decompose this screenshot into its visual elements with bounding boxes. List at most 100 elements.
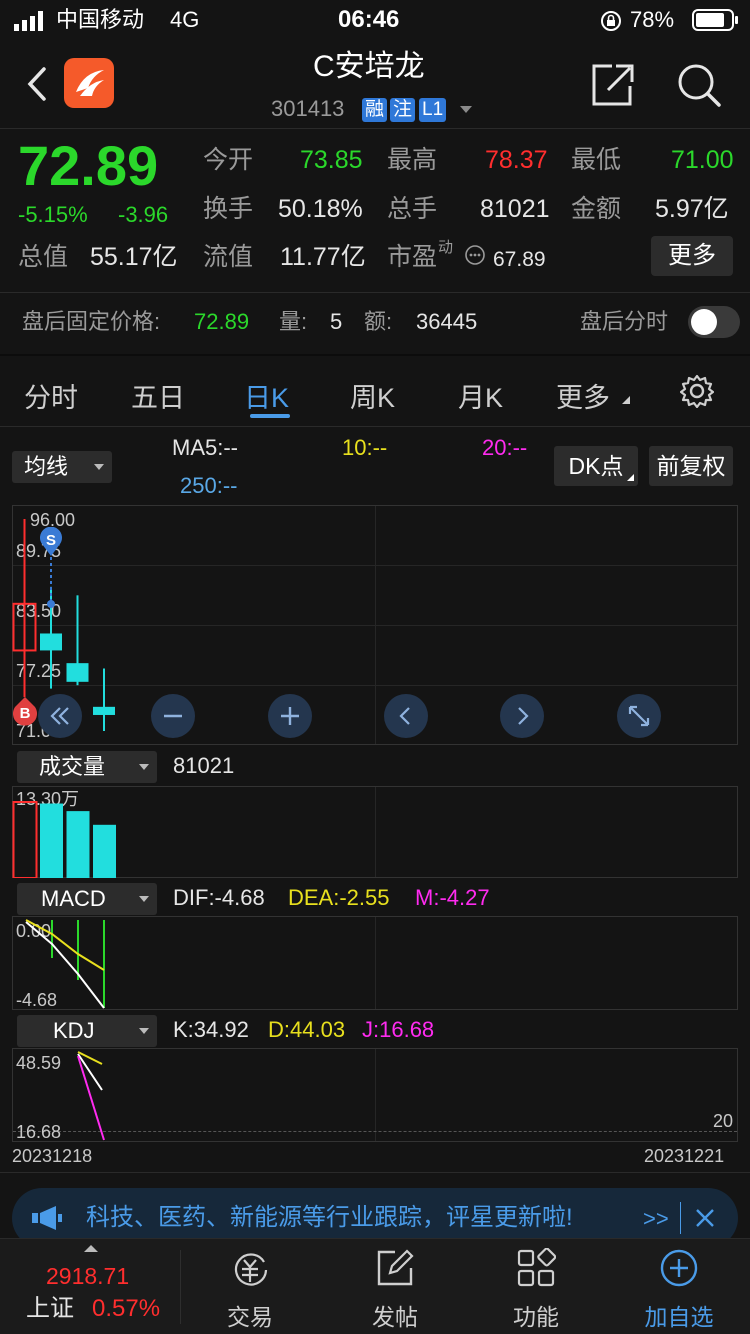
buy-marker-icon[interactable]: B bbox=[12, 696, 38, 726]
afterhours-timeshare-label: 盘后分时 bbox=[580, 309, 669, 334]
stock-name: C安培龙 bbox=[313, 50, 425, 83]
share-button[interactable] bbox=[590, 62, 636, 108]
nav-post-label: 发帖 bbox=[372, 1304, 418, 1330]
tab-weekly-k[interactable]: 周K bbox=[350, 376, 395, 415]
tab-daily-k[interactable]: 日K bbox=[244, 376, 289, 415]
dk-point-button[interactable]: DK点 bbox=[554, 446, 638, 486]
volume-bar bbox=[66, 811, 90, 878]
banner-text: 科技、医药、新能源等行业跟踪，评星更新啦! bbox=[86, 1204, 573, 1231]
index-value: 2918.71 bbox=[46, 1263, 130, 1289]
stock-dropdown-icon[interactable] bbox=[460, 106, 472, 113]
scroll-left-fast-button[interactable] bbox=[38, 694, 82, 738]
volume-bar bbox=[93, 824, 116, 878]
sell-marker-dot bbox=[47, 600, 55, 608]
index-name: 上证 bbox=[26, 1295, 74, 1322]
afterhours-volume-label: 量: bbox=[279, 309, 308, 334]
amount-label: 金额 bbox=[571, 195, 622, 223]
pe-info-icon[interactable] bbox=[464, 244, 486, 266]
active-tab-indicator bbox=[250, 414, 290, 418]
macd-m: M:-4.27 bbox=[415, 885, 490, 910]
battery-icon bbox=[692, 9, 740, 31]
megaphone-icon bbox=[30, 1204, 66, 1232]
stock-code: 301413 bbox=[271, 96, 345, 121]
network-type: 4G bbox=[170, 7, 200, 32]
status-bar: 中国移动 4G 06:46 78% bbox=[0, 0, 750, 40]
search-button[interactable] bbox=[676, 62, 722, 108]
candle-body bbox=[66, 663, 89, 682]
indicator-selector-ma[interactable]: 均线 bbox=[12, 451, 112, 483]
apps-grid-icon bbox=[516, 1247, 557, 1288]
date-end: 20231221 bbox=[644, 1146, 725, 1166]
nav-add-watchlist-label: 加自选 bbox=[644, 1304, 714, 1330]
macd-dif: DIF:-4.68 bbox=[173, 885, 265, 910]
open-value: 73.85 bbox=[300, 146, 363, 174]
fullscreen-button[interactable] bbox=[617, 694, 661, 738]
open-label: 今开 bbox=[203, 146, 254, 174]
date-start: 20231218 bbox=[12, 1146, 93, 1166]
kdj-j: J:16.68 bbox=[362, 1017, 435, 1042]
volume-bars bbox=[12, 801, 116, 878]
expand-up-icon bbox=[84, 1245, 98, 1252]
amount-value: 5.97亿 bbox=[655, 195, 729, 223]
kdj-lines bbox=[77, 1051, 105, 1141]
indicator-selector-volume[interactable]: 成交量 bbox=[17, 751, 157, 783]
nav-add-watchlist[interactable]: 加自选 bbox=[624, 1248, 734, 1330]
volume-indicator-value: 81021 bbox=[173, 753, 235, 778]
more-quote-button[interactable]: 更多 bbox=[651, 236, 733, 276]
forward-adjust-button[interactable]: 前复权 bbox=[649, 446, 733, 486]
change-amount: -3.96 bbox=[118, 202, 169, 227]
battery-percent: 78% bbox=[630, 7, 675, 32]
registration-badge: 注 bbox=[390, 98, 416, 122]
candle-body bbox=[40, 633, 62, 651]
market-cap-value: 55.17亿 bbox=[90, 243, 178, 271]
pe-superscript: 动 bbox=[438, 239, 454, 256]
ma250-value: 250:-- bbox=[180, 473, 238, 498]
scroll-left-button[interactable] bbox=[384, 694, 428, 738]
low-value: 71.00 bbox=[671, 146, 734, 174]
afterhours-price-label: 盘后固定价格: bbox=[22, 309, 161, 334]
low-label: 最低 bbox=[571, 146, 622, 174]
pe-value: 67.89 bbox=[493, 248, 546, 271]
zoom-out-button[interactable] bbox=[151, 694, 195, 738]
tab-five-day[interactable]: 五日 bbox=[131, 376, 185, 415]
nav-functions[interactable]: 功能 bbox=[481, 1247, 591, 1330]
kdj-d: D:44.03 bbox=[268, 1017, 346, 1042]
volume-value: 81021 bbox=[480, 195, 550, 223]
buy-marker-label: B bbox=[20, 705, 31, 722]
nav-post[interactable]: 发帖 bbox=[340, 1248, 450, 1330]
trade-icon bbox=[230, 1248, 270, 1288]
volume-bar bbox=[12, 801, 38, 878]
volume-bar bbox=[40, 803, 63, 878]
afterhours-volume: 5 bbox=[330, 309, 343, 334]
level1-badge: L1 bbox=[419, 98, 447, 122]
afterhours-timeshare-toggle[interactable] bbox=[688, 306, 740, 338]
indicator-selector-macd[interactable]: MACD bbox=[17, 883, 157, 915]
afterhours-amount: 36445 bbox=[416, 309, 478, 334]
add-circle-icon bbox=[659, 1248, 699, 1288]
high-label: 最高 bbox=[387, 146, 438, 174]
tab-more[interactable]: 更多 bbox=[556, 376, 610, 415]
tab-timeshare[interactable]: 分时 bbox=[24, 376, 78, 415]
indicator-selector-kdj[interactable]: KDJ bbox=[17, 1015, 157, 1047]
index-change: 0.57% bbox=[92, 1295, 161, 1322]
back-button[interactable] bbox=[26, 66, 48, 102]
ma10-value: 10:-- bbox=[342, 435, 388, 460]
nav-trade[interactable]: 交易 bbox=[195, 1248, 305, 1330]
nav-functions-label: 功能 bbox=[513, 1304, 559, 1330]
last-price: 72.89 bbox=[18, 134, 159, 197]
rotation-lock-icon bbox=[600, 10, 622, 32]
zoom-in-button[interactable] bbox=[268, 694, 312, 738]
banner-close-icon[interactable] bbox=[694, 1207, 716, 1229]
scroll-right-button[interactable] bbox=[500, 694, 544, 738]
chart-settings-icon[interactable] bbox=[679, 374, 715, 409]
turnover-value: 50.18% bbox=[278, 195, 363, 223]
tab-monthly-k[interactable]: 月K bbox=[458, 376, 503, 415]
banner-more-link[interactable]: >> bbox=[643, 1208, 669, 1230]
candle-body bbox=[93, 706, 115, 715]
sell-marker-icon[interactable]: S bbox=[39, 526, 63, 557]
float-cap-label: 流值 bbox=[203, 243, 254, 271]
carrier: 中国移动 bbox=[56, 7, 145, 32]
volume-label: 总手 bbox=[387, 195, 438, 223]
index-ticker[interactable]: 2918.71 上证 0.57% bbox=[0, 1239, 180, 1334]
signal-icon bbox=[14, 11, 48, 31]
